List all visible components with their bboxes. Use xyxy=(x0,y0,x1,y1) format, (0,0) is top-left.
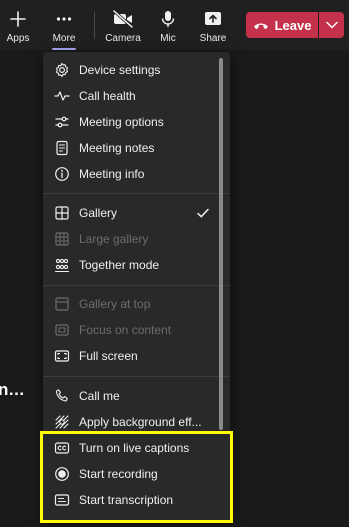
menu-scrollbar[interactable] xyxy=(219,58,223,430)
focus-icon xyxy=(54,322,70,338)
menu-item-label: Meeting notes xyxy=(79,141,155,155)
gallery-top-icon xyxy=(54,296,70,312)
share-screen-icon xyxy=(205,12,221,25)
leave-options-button[interactable] xyxy=(319,12,344,38)
fullscreen-icon xyxy=(54,348,70,364)
share-button[interactable]: Share xyxy=(193,0,233,50)
notes-icon xyxy=(54,140,70,156)
record-icon xyxy=(54,466,70,482)
toolbar-divider xyxy=(94,12,95,39)
sliders-icon xyxy=(54,114,70,130)
mic-label: Mic xyxy=(160,33,176,44)
camera-off-icon xyxy=(113,10,133,28)
captions-icon xyxy=(54,440,70,456)
active-underline xyxy=(52,48,76,50)
people-icon xyxy=(54,257,70,273)
menu-item-label: Apply background eff... xyxy=(79,415,202,429)
hang-up-icon xyxy=(253,23,268,29)
menu-item-label: Together mode xyxy=(79,258,160,272)
menu-item-start-transcription[interactable]: Start transcription xyxy=(43,488,230,512)
leave-button[interactable]: Leave xyxy=(246,12,318,38)
plus-icon xyxy=(10,11,26,27)
meeting-toolbar: Apps More Camera Mic Share Leave xyxy=(0,0,349,50)
apps-button[interactable]: Apps xyxy=(0,0,38,50)
microphone-icon xyxy=(161,11,175,27)
menu-item-gallery-at-top: Gallery at top xyxy=(43,292,230,316)
menu-item-device-settings[interactable]: Device settings xyxy=(43,58,230,82)
menu-item-call-health[interactable]: Call health xyxy=(43,84,230,108)
menu-divider xyxy=(43,285,230,286)
more-button[interactable]: More xyxy=(44,0,84,50)
menu-item-meeting-info[interactable]: Meeting info xyxy=(43,162,230,186)
menu-item-label: Gallery xyxy=(79,206,118,220)
menu-item-label: Meeting options xyxy=(79,115,164,129)
camera-button[interactable]: Camera xyxy=(103,0,143,50)
pulse-icon xyxy=(54,88,70,104)
menu-item-label: Meeting info xyxy=(79,167,145,181)
menu-divider xyxy=(43,376,230,377)
menu-item-label: Focus on content xyxy=(79,323,172,337)
menu-item-apply-background-effects[interactable]: Apply background eff... xyxy=(43,410,230,434)
menu-item-label: Start recording xyxy=(79,467,158,481)
more-options-menu: Device settings Call health Meeting opti… xyxy=(43,52,230,523)
grid-icon xyxy=(54,205,70,221)
share-label: Share xyxy=(199,33,227,44)
menu-item-start-recording[interactable]: Start recording xyxy=(43,462,230,486)
info-icon xyxy=(54,166,70,182)
chevron-down-icon xyxy=(325,21,338,29)
menu-item-meeting-options[interactable]: Meeting options xyxy=(43,110,230,134)
ellipsis-icon xyxy=(56,17,72,21)
gear-icon xyxy=(54,62,70,78)
menu-divider xyxy=(43,193,230,194)
menu-item-together-mode[interactable]: Together mode xyxy=(43,253,230,277)
menu-item-label: Call me xyxy=(79,389,120,403)
background-effects-icon xyxy=(54,414,70,430)
large-grid-icon xyxy=(54,231,70,247)
checkmark-icon xyxy=(195,205,211,224)
menu-item-meeting-notes[interactable]: Meeting notes xyxy=(43,136,230,160)
leave-label: Leave xyxy=(274,17,312,33)
transcript-icon xyxy=(54,492,70,508)
menu-item-label: Gallery at top xyxy=(79,297,151,311)
menu-item-focus-on-content: Focus on content xyxy=(43,318,230,342)
more-label: More xyxy=(52,33,76,44)
menu-item-label: Device settings xyxy=(79,63,161,77)
menu-item-live-captions[interactable]: Turn on live captions xyxy=(43,436,230,460)
menu-item-label: Call health xyxy=(79,89,136,103)
menu-item-label: Full screen xyxy=(79,349,138,363)
menu-item-label: Turn on live captions xyxy=(79,441,190,455)
menu-item-label: Start transcription xyxy=(79,493,174,507)
menu-item-call-me[interactable]: Call me xyxy=(43,384,230,408)
menu-item-large-gallery: Large gallery xyxy=(43,227,230,251)
apps-label: Apps xyxy=(6,33,30,44)
mic-button[interactable]: Mic xyxy=(148,0,188,50)
menu-item-gallery[interactable]: Gallery xyxy=(43,201,230,225)
menu-item-full-screen[interactable]: Full screen xyxy=(43,344,230,368)
meeting-stage: Apps More Camera Mic Share Leave n... De… xyxy=(0,0,349,527)
menu-item-label: Large gallery xyxy=(79,232,149,246)
participant-name: n... xyxy=(0,380,25,399)
camera-label: Camera xyxy=(105,33,141,44)
phone-icon xyxy=(54,388,70,404)
